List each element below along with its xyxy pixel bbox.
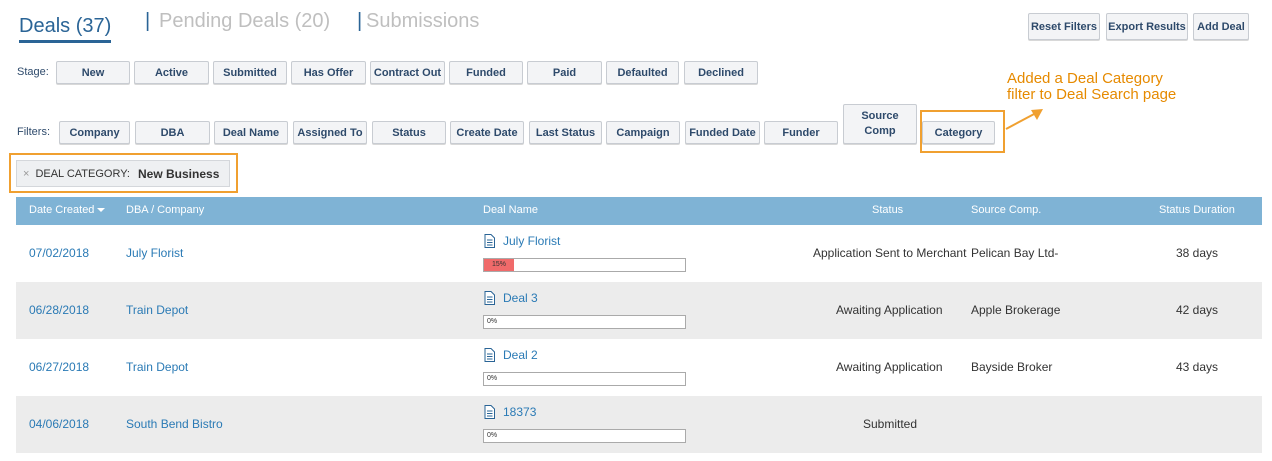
row-company[interactable]: July Florist <box>126 246 183 260</box>
row-company[interactable]: South Bend Bistro <box>126 417 223 431</box>
deal-progress-bar: 0% <box>483 315 686 329</box>
table-row: 04/06/2018 South Bend Bistro 18373 0% Su… <box>16 396 1262 453</box>
col-date-created[interactable]: Date Created <box>29 204 106 216</box>
row-source-comp: Bayside Broker <box>971 360 1053 374</box>
row-deal-name[interactable]: Deal 2 <box>503 348 538 362</box>
table-row: 06/28/2018 Train Depot Deal 3 0% Awaitin… <box>16 282 1262 339</box>
col-status-duration[interactable]: Status Duration <box>1159 204 1235 216</box>
col-dba-company[interactable]: DBA / Company <box>126 204 204 216</box>
row-status-duration: 43 days <box>1176 360 1219 374</box>
row-source-comp: Apple Brokerage <box>971 303 1061 317</box>
table-header: Date Created DBA / Company Deal Name Sta… <box>16 197 1262 225</box>
progress-label: 0% <box>487 375 498 382</box>
annotation-line1: Added a Deal Category <box>1007 70 1163 87</box>
row-source-comp: Pelican Bay Ltd- <box>971 246 1059 260</box>
col-date-created-label: Date Created <box>29 204 95 216</box>
remove-filter-icon[interactable]: × <box>23 168 29 180</box>
sort-caret-icon <box>97 208 106 212</box>
row-company[interactable]: Train Depot <box>126 303 188 317</box>
row-status-duration: 42 days <box>1176 303 1219 317</box>
row-status-duration: 38 days <box>1176 246 1219 260</box>
progress-label: 0% <box>487 318 498 325</box>
progress-label: 0% <box>487 432 498 439</box>
col-source-comp[interactable]: Source Comp. <box>971 204 1041 216</box>
deal-progress-bar: 0% <box>483 429 686 443</box>
annotation-note: Added a Deal Category filter to Deal Sea… <box>1007 71 1227 103</box>
filter-chip-value: New Business <box>138 166 220 181</box>
row-deal-name[interactable]: Deal 3 <box>503 291 538 305</box>
progress-label: 15% <box>492 261 507 268</box>
row-status: Submitted <box>863 417 918 431</box>
row-deal-name[interactable]: July Florist <box>503 234 560 248</box>
row-deal-name[interactable]: 18373 <box>503 405 536 419</box>
table-row: 06/27/2018 Train Depot Deal 2 0% Awaitin… <box>16 339 1262 396</box>
row-date[interactable]: 07/02/2018 <box>29 246 89 260</box>
row-company[interactable]: Train Depot <box>126 360 188 374</box>
document-icon <box>484 348 495 362</box>
active-filter-chip: × DEAL CATEGORY: New Business <box>16 160 230 187</box>
document-icon <box>484 234 495 248</box>
row-date[interactable]: 06/27/2018 <box>29 360 89 374</box>
document-icon <box>484 291 495 305</box>
filter-chip-key: DEAL CATEGORY: <box>35 167 130 180</box>
document-icon <box>484 405 495 419</box>
row-status: Application Sent to Merchant <box>813 246 967 260</box>
row-date[interactable]: 04/06/2018 <box>29 417 89 431</box>
deal-progress-bar: 15% <box>483 258 686 272</box>
table-row: 07/02/2018 July Florist July Florist 15%… <box>16 225 1262 282</box>
row-status: Awaiting Application <box>836 360 943 374</box>
annotation-line2: filter to Deal Search page <box>1007 86 1177 103</box>
row-date[interactable]: 06/28/2018 <box>29 303 89 317</box>
row-status: Awaiting Application <box>836 303 943 317</box>
col-deal-name[interactable]: Deal Name <box>483 204 538 216</box>
deal-progress-bar: 0% <box>483 372 686 386</box>
col-status[interactable]: Status <box>872 204 903 216</box>
